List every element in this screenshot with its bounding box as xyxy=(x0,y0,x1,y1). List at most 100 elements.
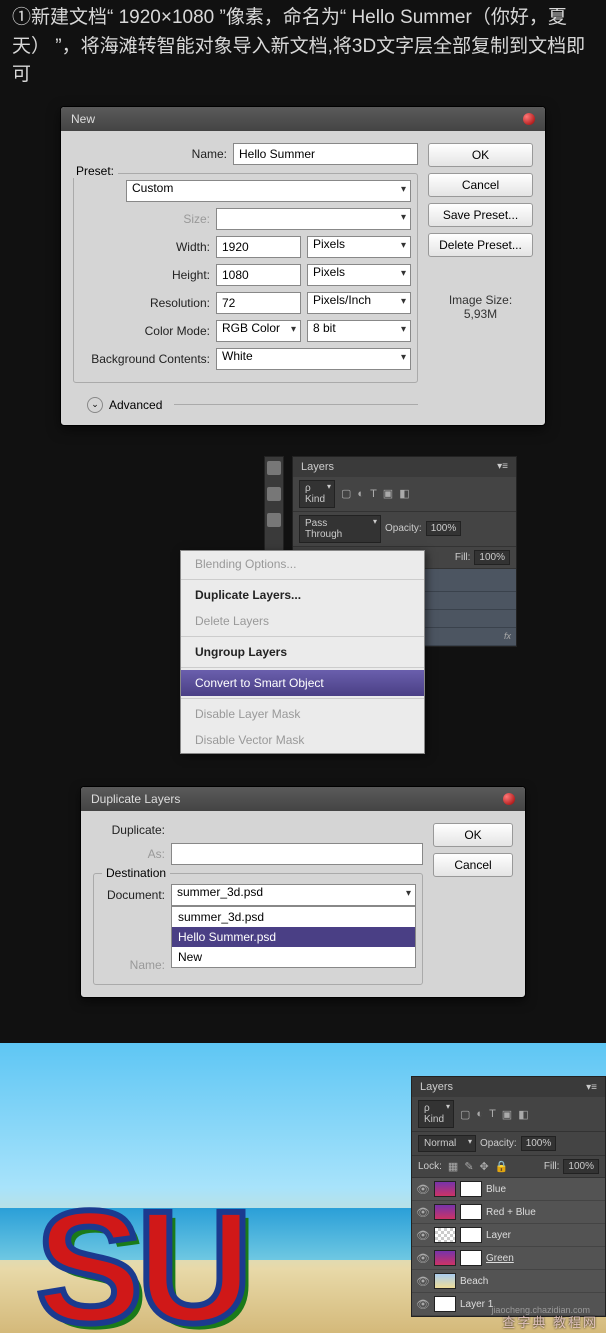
menu-delete-layers[interactable]: Delete Layers xyxy=(181,608,424,634)
close-icon[interactable] xyxy=(523,113,535,125)
fill-value[interactable]: 100% xyxy=(563,1159,599,1174)
filter-icon[interactable]: ◧ xyxy=(518,1108,528,1121)
layer-row[interactable]: 👁Green xyxy=(412,1247,605,1270)
save-preset-button[interactable]: Save Preset... xyxy=(428,203,533,227)
kind-filter[interactable]: ρ Kind xyxy=(299,480,335,508)
visibility-icon[interactable]: 👁 xyxy=(416,1229,430,1242)
menu-convert-smart-object[interactable]: Convert to Smart Object xyxy=(181,670,424,696)
opacity-label: Opacity: xyxy=(480,1138,517,1149)
tools-column xyxy=(264,456,284,556)
advanced-toggle[interactable]: Advanced xyxy=(109,398,162,412)
dialog-title: Duplicate Layers xyxy=(91,792,180,806)
ok-button[interactable]: OK xyxy=(433,823,513,847)
filter-icon[interactable]: ◧ xyxy=(399,487,409,500)
preset-select[interactable]: Custom xyxy=(126,180,411,202)
cancel-button[interactable]: Cancel xyxy=(428,173,533,197)
tool-icon[interactable] xyxy=(267,487,281,501)
name-label: Name: xyxy=(73,147,227,161)
menu-duplicate-layers[interactable]: Duplicate Layers... xyxy=(181,582,424,608)
size-select[interactable] xyxy=(216,208,411,230)
dup-name-label: Name: xyxy=(100,958,165,972)
delete-preset-button[interactable]: Delete Preset... xyxy=(428,233,533,257)
duplicate-label: Duplicate: xyxy=(93,823,165,837)
duplicate-layers-dialog: Duplicate Layers Duplicate: As: Destinat… xyxy=(80,786,526,998)
fill-label: Fill: xyxy=(455,552,471,563)
visibility-icon[interactable]: 👁 xyxy=(416,1252,430,1265)
document-dropdown: summer_3d.psd Hello Summer.psd New xyxy=(171,906,416,968)
destination-legend: Destination xyxy=(102,866,170,880)
lock-icon[interactable]: 🔒 xyxy=(495,1160,509,1173)
as-input[interactable] xyxy=(171,843,423,865)
lock-label: Lock: xyxy=(418,1161,442,1172)
filter-icon[interactable]: T xyxy=(489,1108,496,1120)
document-label: Document: xyxy=(100,888,165,902)
colormode-select[interactable]: RGB Color xyxy=(216,320,301,342)
cancel-button[interactable]: Cancel xyxy=(433,853,513,877)
dropdown-option[interactable]: New xyxy=(172,947,415,967)
layer-row[interactable]: 👁Red + Blue xyxy=(412,1201,605,1224)
filter-icon[interactable]: ◐ xyxy=(357,488,364,500)
image-size-label: Image Size: xyxy=(428,293,533,307)
size-label: Size: xyxy=(80,212,210,226)
dialog-title: New xyxy=(71,112,95,126)
instruction-text: ①新建文档“ 1920×1080 ”像素，命名为“ Hello Summer（你… xyxy=(0,0,606,98)
resolution-unit-select[interactable]: Pixels/Inch xyxy=(307,292,411,314)
lock-icon[interactable]: ✎ xyxy=(464,1160,473,1173)
kind-filter[interactable]: ρ Kind xyxy=(418,1100,454,1128)
layers-context-area: Layers ▾≡ ρ Kind ▢ ◐ T ▣ ◧ Pass Through O… xyxy=(180,456,520,746)
filter-icon[interactable]: ▣ xyxy=(383,487,393,500)
dropdown-option[interactable]: summer_3d.psd xyxy=(172,907,415,927)
filter-icon[interactable]: ▢ xyxy=(341,487,351,500)
filter-icon[interactable]: ▣ xyxy=(502,1108,512,1121)
fill-value[interactable]: 100% xyxy=(474,550,510,565)
name-input[interactable] xyxy=(233,143,418,165)
bits-select[interactable]: 8 bit xyxy=(307,320,411,342)
filter-icon[interactable]: T xyxy=(370,488,377,500)
opacity-value[interactable]: 100% xyxy=(521,1136,557,1151)
height-unit-select[interactable]: Pixels xyxy=(307,264,411,286)
canvas-preview: SU Layers▾≡ ρ Kind ▢ ◐ T ▣ ◧ Normal Opac… xyxy=(0,1043,606,1333)
height-input[interactable] xyxy=(216,264,301,286)
resolution-input[interactable] xyxy=(216,292,301,314)
blend-mode-select[interactable]: Pass Through xyxy=(299,515,381,543)
menu-ungroup-layers[interactable]: Ungroup Layers xyxy=(181,639,424,665)
lock-icon[interactable]: ✥ xyxy=(480,1160,489,1173)
layer-row[interactable]: 👁Layer xyxy=(412,1224,605,1247)
resolution-label: Resolution: xyxy=(80,296,210,310)
layers-tab[interactable]: Layers xyxy=(420,1081,453,1093)
watermark-url: jiaocheng.chazidian.com xyxy=(491,1305,590,1315)
ok-button[interactable]: OK xyxy=(428,143,533,167)
opacity-label: Opacity: xyxy=(385,523,422,534)
panel-menu-icon[interactable]: ▾≡ xyxy=(497,461,508,472)
bg-label: Background Contents: xyxy=(80,352,210,366)
layers-panel: Layers ▾≡ ρ Kind ▢ ◐ T ▣ ◧ Normal Opacity… xyxy=(411,1076,606,1317)
layer-row[interactable]: 👁Beach xyxy=(412,1270,605,1293)
lock-icon[interactable]: ▦ xyxy=(448,1160,458,1173)
menu-blending-options[interactable]: Blending Options... xyxy=(181,551,424,577)
panel-menu-icon[interactable]: ▾≡ xyxy=(586,1082,597,1093)
visibility-icon[interactable]: 👁 xyxy=(416,1206,430,1219)
new-document-dialog: New Name: Preset: Custom Size: Width: xyxy=(60,106,546,426)
filter-icon[interactable]: ▢ xyxy=(460,1108,470,1121)
document-select[interactable]: summer_3d.psd xyxy=(171,884,416,906)
layers-tab[interactable]: Layers xyxy=(301,461,334,473)
blend-mode-select[interactable]: Normal xyxy=(418,1135,476,1152)
width-unit-select[interactable]: Pixels xyxy=(307,236,411,258)
chevron-down-icon[interactable]: ⌄ xyxy=(87,397,103,413)
close-icon[interactable] xyxy=(503,793,515,805)
as-label: As: xyxy=(93,847,165,861)
width-label: Width: xyxy=(80,240,210,254)
menu-disable-vector-mask[interactable]: Disable Vector Mask xyxy=(181,727,424,753)
layer-row[interactable]: 👁Blue xyxy=(412,1178,605,1201)
visibility-icon[interactable]: 👁 xyxy=(416,1275,430,1288)
menu-disable-layer-mask[interactable]: Disable Layer Mask xyxy=(181,701,424,727)
width-input[interactable] xyxy=(216,236,301,258)
bg-select[interactable]: White xyxy=(216,348,411,370)
visibility-icon[interactable]: 👁 xyxy=(416,1183,430,1196)
filter-icon[interactable]: ◐ xyxy=(476,1108,483,1120)
tool-icon[interactable] xyxy=(267,513,281,527)
opacity-value[interactable]: 100% xyxy=(426,521,462,536)
dropdown-option[interactable]: Hello Summer.psd xyxy=(172,927,415,947)
tool-icon[interactable] xyxy=(267,461,281,475)
visibility-icon[interactable]: 👁 xyxy=(416,1298,430,1311)
